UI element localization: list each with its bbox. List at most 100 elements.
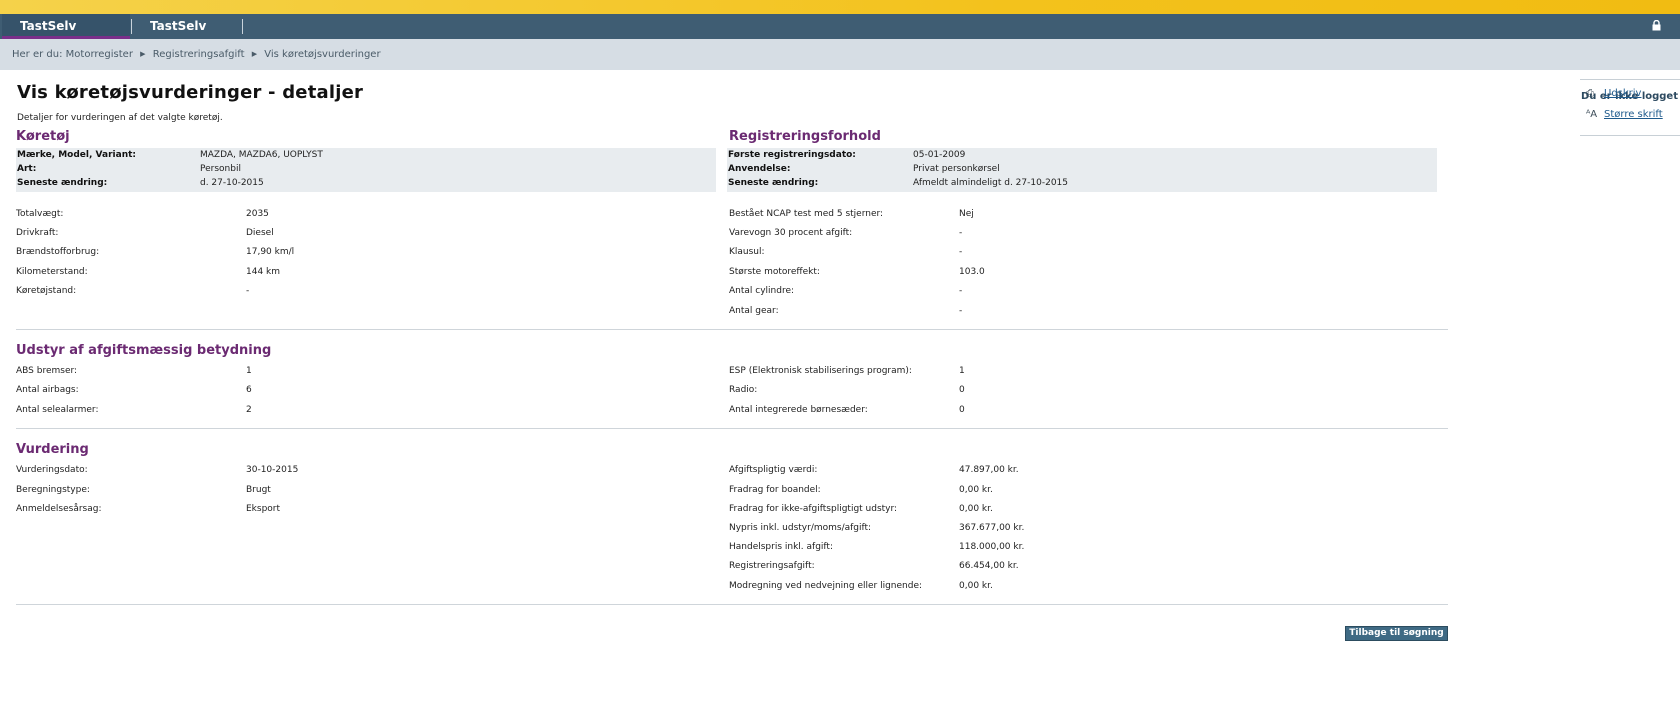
breadcrumb-item-registreringsafgift[interactable]: Registreringsafgift [153,49,245,60]
section-divider [16,428,1448,429]
detail-value: 17,90 km/l [246,247,295,257]
section-title-valuation: Vurdering [16,442,89,457]
vehicle-summary-box: Mærke, Model, Variant: MAZDA, MAZDA6, UO… [16,148,716,192]
bigger-text-link[interactable]: ᴬA Større skrift [1586,109,1663,120]
detail-value: - [959,228,963,238]
breadcrumb-item-motorregister[interactable]: Motorregister [66,49,133,60]
equipment-row: ESP (Elektronisk stabiliserings program)… [729,364,1229,378]
detail-label: Antal airbags: [16,385,79,395]
summary-label: Mærke, Model, Variant: [17,150,136,160]
right-sidebar: Du er ikke logget ⎙ Udskriv ᴬA Større skri… [1568,39,1680,728]
summary-value: Afmeldt almindeligt d. 27-10-2015 [913,178,1068,188]
logout-link[interactable]: Lo [1652,14,1680,58]
print-link[interactable]: ⎙ Udskriv [1586,88,1641,99]
detail-value: - [959,306,963,316]
detail-value: 66.454,00 kr. [959,561,1019,571]
detail-row-klausul: Klausul: - [729,245,1229,259]
detail-value: 30-10-2015 [246,465,299,475]
sidebar-divider [1580,79,1680,80]
summary-label: Seneste ændring: [728,178,819,188]
detail-label: Vurderingsdato: [16,465,88,475]
detail-label: Nypris inkl. udstyr/moms/afgift: [729,523,872,533]
equipment-row: Antal selealarmer: 2 [16,403,416,417]
equipment-row: Antal airbags: 6 [16,383,416,397]
detail-row-cylindre: Antal cylindre: - [729,284,1229,298]
page-intro: Detaljer for vurderingen af det valgte k… [17,113,223,123]
lock-icon [1652,15,1661,31]
detail-value: - [246,286,250,296]
valuation-row: Vurderingsdato: 30-10-2015 [16,463,416,477]
valuation-row: Nypris inkl. udstyr/moms/afgift: 367.677… [729,521,1229,535]
section-title-vehicle: Køretøj [16,129,70,144]
section-title-equipment: Udstyr af afgiftsmæssig betydning [16,343,272,358]
section-title-registration: Registreringsforhold [729,129,881,144]
detail-label: Modregning ved nedvejning eller lignende… [729,581,923,591]
detail-value: 144 km [246,267,281,277]
detail-label: Registreringsafgift: [729,561,815,571]
equipment-row: Antal integrerede børnesæder: 0 [729,403,1229,417]
tab-tastselv-erhverv[interactable]: TastSelv Erhverv [132,14,260,58]
detail-value: 118.000,00 kr. [959,542,1025,552]
top-navbar: TastSelv Borger TastSelv Erhverv Lo [0,14,1680,58]
tab-tastselv-borger[interactable]: TastSelv Borger [2,14,130,58]
detail-value: 103.0 [959,267,985,277]
detail-label: Bestået NCAP test med 5 stjerner: [729,209,884,219]
valuation-row: Afgiftspligtig værdi: 47.897,00 kr. [729,463,1229,477]
detail-row-varevogn: Varevogn 30 procent afgift: - [729,226,1229,240]
detail-value: 2 [246,405,252,415]
detail-row-totalvaegt: Totalvægt: 2035 [16,207,416,221]
summary-label: Anvendelse: [728,164,791,174]
detail-label: Handelspris inkl. afgift: [729,542,833,552]
valuation-row: Handelspris inkl. afgift: 118.000,00 kr. [729,540,1229,554]
breadcrumb-item-current: Vis køretøjsvurderinger [264,49,381,60]
equipment-row: Radio: 0 [729,383,1229,397]
valuation-row: Fradrag for ikke-afgiftspligtigt udstyr:… [729,502,1229,516]
valuation-row: Beregningstype: Brugt [16,483,416,497]
detail-label: Fradrag for ikke-afgiftspligtigt udstyr: [729,504,898,514]
detail-value: Brugt [246,485,271,495]
detail-label: Totalvægt: [16,209,64,219]
valuation-row: Modregning ved nedvejning eller lignende… [729,579,1229,593]
detail-value: Nej [959,209,974,219]
detail-label: ESP (Elektronisk stabiliserings program)… [729,366,912,376]
chevron-right-icon: ▶ [140,50,146,58]
back-to-search-button[interactable]: Tilbage til søgning [1345,626,1448,641]
detail-value: 2035 [246,209,269,219]
detail-label: Radio: [729,385,758,395]
detail-row-drivkraft: Drivkraft: Diesel [16,226,416,240]
detail-label: Største motoreffekt: [729,267,820,277]
equipment-row: ABS bremser: 1 [16,364,416,378]
detail-value: 6 [246,385,252,395]
detail-value: - [959,247,963,257]
text-size-icon: ᴬA [1586,109,1598,120]
detail-label: Drivkraft: [16,228,59,238]
detail-value: 47.897,00 kr. [959,465,1019,475]
detail-value: 0 [959,405,965,415]
detail-label: Afgiftspligtig værdi: [729,465,818,475]
detail-label: Antal gear: [729,306,779,316]
bigger-text-label: Større skrift [1604,109,1663,120]
breadcrumb-prefix: Her er du: [12,49,63,60]
summary-value: Personbil [200,164,241,174]
summary-label: Art: [17,164,37,174]
detail-label: ABS bremser: [16,366,78,376]
summary-value: 05-01-2009 [913,150,966,160]
valuation-row: Anmeldelsesårsag: Eksport [16,502,416,516]
nav-divider [242,19,243,34]
detail-value: 0,00 kr. [959,485,993,495]
detail-row-ncap: Bestået NCAP test med 5 stjerner: Nej [729,207,1229,221]
detail-row-koretojstand: Køretøjstand: - [16,284,416,298]
page-title: Vis køretøjsvurderinger - detaljer [17,82,364,103]
detail-row-braendstof: Brændstofforbrug: 17,90 km/l [16,245,416,259]
sidebar-divider [1580,135,1680,136]
detail-value: Diesel [246,228,274,238]
printer-icon: ⎙ [1586,88,1594,99]
summary-value: Privat personkørsel [913,164,1000,174]
breadcrumb: Her er du: Motorregister ▶ Registrerings… [0,39,1568,70]
detail-label: Kilometerstand: [16,267,88,277]
detail-label: Klausul: [729,247,765,257]
detail-label: Anmeldelsesårsag: [16,504,102,514]
detail-row-motoreffekt: Største motoreffekt: 103.0 [729,265,1229,279]
detail-value: 367.677,00 kr. [959,523,1025,533]
section-divider [16,329,1448,330]
